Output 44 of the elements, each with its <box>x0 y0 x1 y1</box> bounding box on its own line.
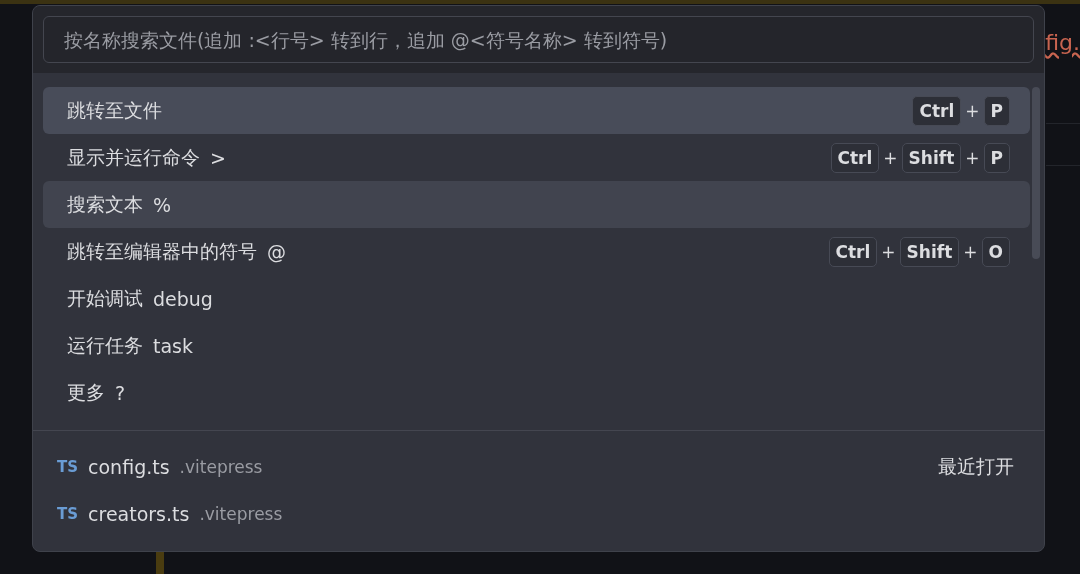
plus-sign: + <box>881 241 896 262</box>
key-cap: P <box>983 95 1010 126</box>
file-name[interactable]: config.ts <box>88 455 170 478</box>
key-cap: Shift <box>899 236 960 267</box>
key-cap: P <box>983 142 1010 173</box>
command-item[interactable]: 跳转至编辑器中的符号 @ Ctrl + Shift + O <box>43 228 1030 275</box>
command-item[interactable]: 开始调试 debug <box>43 275 1030 322</box>
file-type-icon: TS <box>57 504 79 523</box>
plus-sign: + <box>965 100 980 121</box>
key-cap: Shift <box>901 142 962 173</box>
folder-path: .vitepress <box>179 456 263 477</box>
command-label: 跳转至编辑器中的符号 <box>67 238 257 264</box>
key-cap: Ctrl <box>830 142 880 173</box>
command-label: 搜索文本 <box>67 191 143 217</box>
command-item[interactable]: 更多 ? <box>43 369 1030 416</box>
command-label: 跳转至文件 <box>67 97 162 123</box>
command-item[interactable]: 搜索文本 % <box>43 181 1030 228</box>
command-prefix: debug <box>153 287 213 310</box>
file-type-icon: TS <box>57 457 79 476</box>
gutter-marker <box>156 552 164 574</box>
command-prefix: task <box>153 334 193 357</box>
command-item[interactable]: 跳转至文件 Ctrl + P <box>43 87 1030 134</box>
recent-label: 最近打开 <box>938 453 1014 479</box>
command-prefix: @ <box>267 240 286 263</box>
key-cap: Ctrl <box>912 95 962 126</box>
command-prefix: ? <box>115 381 126 404</box>
file-name[interactable]: creators.ts <box>88 502 190 525</box>
command-item[interactable]: 运行任务 task <box>43 322 1030 369</box>
command-label: 运行任务 <box>67 332 143 358</box>
scrollbar-thumb[interactable] <box>1032 87 1040 259</box>
key-cap: O <box>981 236 1010 267</box>
command-prefix: > <box>210 146 226 169</box>
command-label: 开始调试 <box>67 285 143 311</box>
command-item[interactable]: 显示并运行命令 > Ctrl + Shift + P <box>43 134 1030 181</box>
search-field[interactable]: 按名称搜索文件(追加 :<行号> 转到行，追加 @<符号名称> 转到符号) <box>43 16 1034 63</box>
command-prefix: % <box>153 193 172 216</box>
command-label: 更多 <box>67 379 105 405</box>
plus-sign: + <box>883 147 898 168</box>
plus-sign: + <box>963 241 978 262</box>
plus-sign: + <box>965 147 980 168</box>
key-cap: Ctrl <box>828 236 878 267</box>
command-label: 显示并运行命令 <box>67 144 200 170</box>
tab-title[interactable]: fig. <box>1045 30 1080 55</box>
folder-path: .vitepress <box>199 503 283 524</box>
